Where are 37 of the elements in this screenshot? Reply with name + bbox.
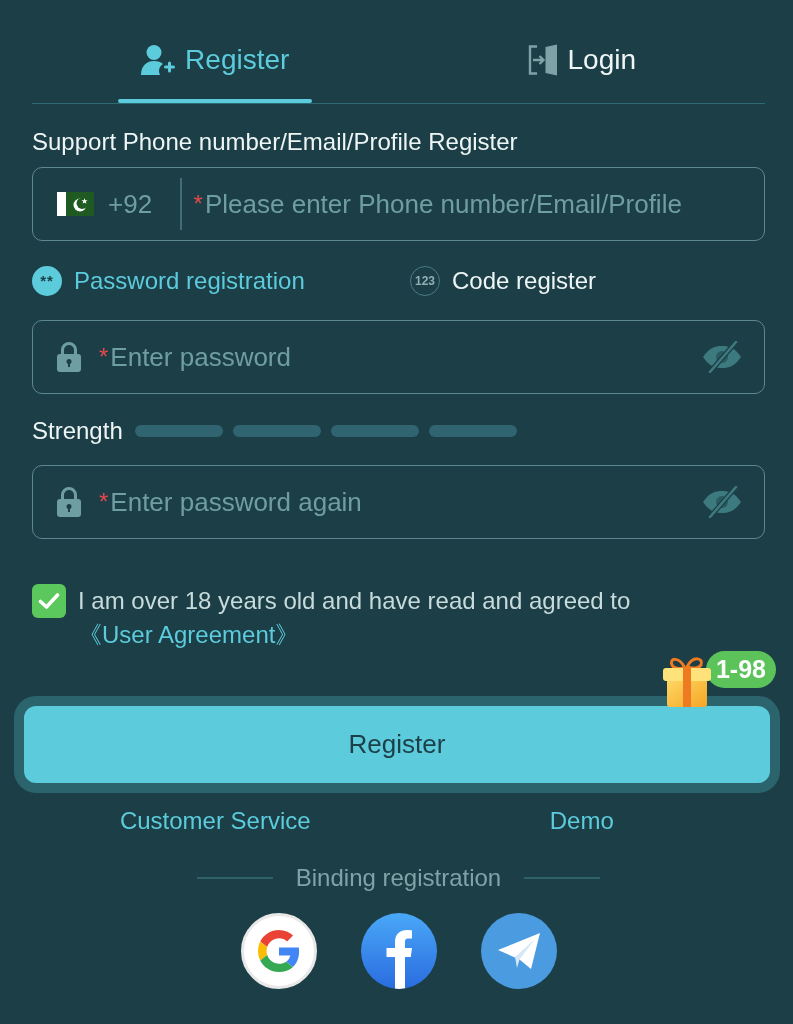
register-button[interactable]: Register [14,696,780,793]
facebook-icon [385,930,412,989]
required-mark: * [99,487,109,517]
paper-plane-icon [497,933,540,969]
method-icon: ** [32,266,62,296]
google-icon [257,930,300,972]
agreement-checkbox[interactable] [32,584,66,618]
eye-slash-icon [702,486,742,518]
checkmark-icon [38,592,60,610]
tab[interactable]: Register [118,21,313,103]
promo-badge: 1-98 [705,651,776,688]
show-password-toggle[interactable] [702,341,742,373]
registration-method-option[interactable]: ** Password registration [32,265,305,297]
field-label: Support Phone number/Email/Profile Register [32,127,519,157]
password-input[interactable]: Enter password [110,340,702,374]
footer-link[interactable]: Demo [549,806,614,836]
lock-icon [57,342,81,372]
registration-method-option[interactable]: 123 Code register [410,265,597,297]
agreement-text: I am over 18 years old and have read and agreed to 《User Agreement》 [78,586,632,650]
eye-slash-icon [702,341,742,373]
country-code[interactable]: +92 [108,189,153,219]
lock-icon [57,487,81,517]
user-plus-icon [141,45,176,75]
gift-icon [660,654,713,708]
tab[interactable]: Login [484,21,679,103]
required-mark: * [99,342,109,372]
required-mark: * [193,189,203,219]
user-agreement-link[interactable]: 《User Agreement》 [78,621,300,648]
account-input[interactable]: Please enter Phone number/Email/Profile [204,187,742,221]
door-arrow-icon [527,44,558,76]
strength-label: Strength [32,416,123,446]
confirm-password-input[interactable]: Enter password again [110,485,702,519]
binding-label: Binding registration [295,863,502,893]
account-field[interactable]: +92 *Please enter Phone number/Email/Profile [32,167,765,241]
show-password-toggle[interactable] [702,486,742,518]
footer-link[interactable]: Customer Service [119,806,311,836]
flag-icon [57,192,94,216]
